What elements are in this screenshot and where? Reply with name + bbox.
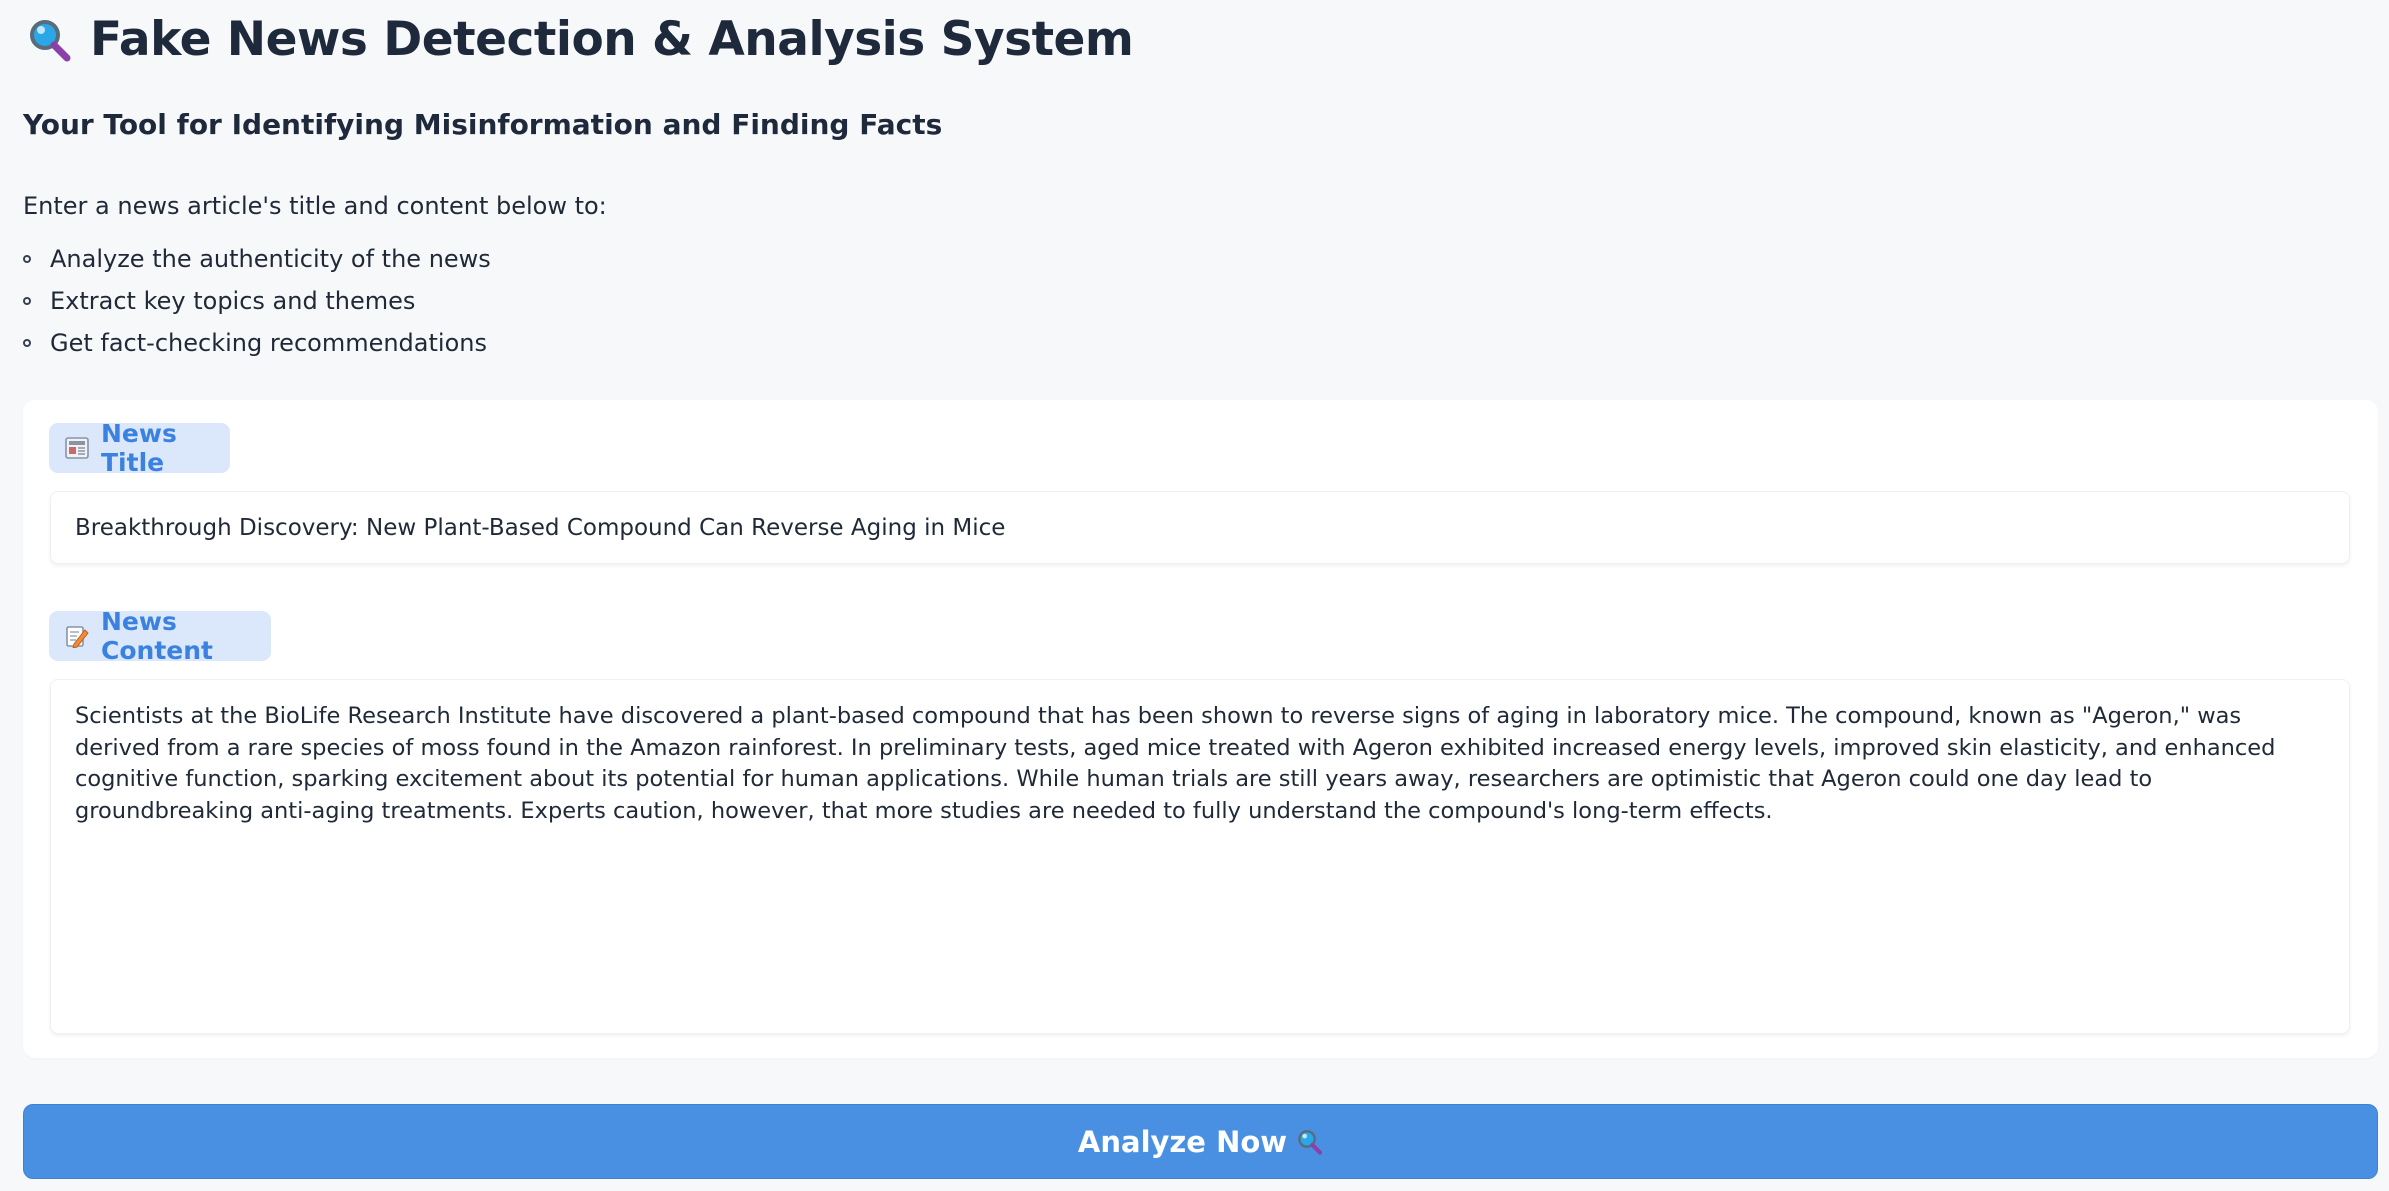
- news-title-label: News Title: [49, 419, 230, 477]
- magnifier-icon: [1297, 1129, 1323, 1155]
- bullet-icon: [23, 339, 31, 347]
- bullet-icon: [23, 255, 31, 263]
- feature-label: Analyze the authenticity of the news: [50, 245, 491, 273]
- magnifier-icon: [28, 18, 72, 62]
- news-title-label-text: News Title: [101, 419, 177, 477]
- bullet-icon: [23, 297, 31, 305]
- page-subtitle: Your Tool for Identifying Misinformation…: [23, 108, 943, 141]
- newspaper-icon: [65, 437, 89, 459]
- page-header: Fake News Detection & Analysis System: [28, 10, 1134, 70]
- page-title: Fake News Detection & Analysis System: [90, 12, 1134, 67]
- news-content-textarea[interactable]: Scientists at the BioLife Research Insti…: [50, 679, 2350, 1034]
- news-content-label: News Content: [49, 607, 271, 665]
- news-content-value: Scientists at the BioLife Research Insti…: [75, 703, 2276, 824]
- news-content-label-text: News Content: [101, 607, 213, 665]
- analyze-button-label: Analyze Now: [1077, 1124, 1288, 1159]
- feature-item: Extract key topics and themes: [23, 280, 491, 322]
- feature-label: Get fact-checking recommendations: [50, 329, 487, 357]
- feature-list: Analyze the authenticity of the news Ext…: [23, 238, 491, 364]
- input-card: News Title Breakthrough Discovery: New P…: [23, 400, 2378, 1058]
- news-title-value: Breakthrough Discovery: New Plant-Based …: [75, 514, 1006, 541]
- feature-item: Get fact-checking recommendations: [23, 322, 491, 364]
- memo-icon: [65, 624, 89, 648]
- feature-label: Extract key topics and themes: [50, 287, 416, 315]
- analyze-now-button[interactable]: Analyze Now: [23, 1104, 2378, 1179]
- news-title-input[interactable]: Breakthrough Discovery: New Plant-Based …: [50, 491, 2350, 564]
- feature-item: Analyze the authenticity of the news: [23, 238, 491, 280]
- intro-text: Enter a news article's title and content…: [23, 192, 607, 220]
